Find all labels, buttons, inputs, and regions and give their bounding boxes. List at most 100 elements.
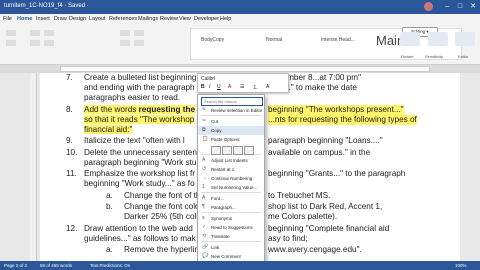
context-menu-item[interactable]: 📋 Paste Options:: [198, 135, 264, 144]
context-menu-item[interactable]: A Font...: [198, 194, 264, 203]
document-line-tail[interactable]: www.avery.cengage.edu".: [268, 245, 362, 255]
font-dropdown[interactable]: [30, 30, 40, 36]
context-menu-item[interactable]: ¶ Paragraph...: [198, 203, 264, 212]
context-menu-item[interactable]: ≡ Synonyms: [198, 214, 264, 223]
vertical-ruler[interactable]: [30, 73, 37, 261]
bold-icon[interactable]: [30, 40, 40, 46]
search-menus-input[interactable]: Search the menus: [201, 97, 263, 106]
style-normal[interactable]: Normal: [266, 37, 282, 43]
menu-item-label: New Comment: [211, 254, 241, 259]
mini-font-color-icon[interactable]: A: [228, 84, 231, 90]
mini-styles-icon[interactable]: A: [266, 84, 269, 90]
paste-picture-icon[interactable]: [233, 146, 243, 155]
menu-layout[interactable]: Layout: [89, 16, 106, 22]
editor-button[interactable]: [455, 32, 475, 46]
zoom-level[interactable]: 100%: [455, 263, 467, 268]
document-line-tail[interactable]: ...nts for requesting the following type…: [268, 114, 417, 125]
document-line-tail[interactable]: asy to find;: [268, 234, 308, 244]
italic-icon[interactable]: [44, 40, 54, 46]
menu-references[interactable]: References: [109, 16, 137, 22]
document-line[interactable]: and ending with the paragraph be: [84, 83, 206, 93]
context-menu-item[interactable]: ↺ Restart at 1: [198, 165, 264, 174]
document-line-tail[interactable]: beginning "Complete financial aid: [268, 224, 389, 234]
menu-review[interactable]: Review: [160, 16, 178, 22]
menu-draw[interactable]: Draw: [54, 16, 67, 22]
style-intense-head[interactable]: Intense Head...: [321, 37, 355, 43]
document-line[interactable]: Add the words requesting the: [84, 104, 196, 115]
context-menu-item[interactable]: → Continue Numbering: [198, 174, 264, 183]
clipboard-icon[interactable]: [6, 30, 16, 36]
align-left-icon[interactable]: [120, 40, 130, 46]
document-line-tail[interactable]: to Trebuchet MS.: [268, 191, 330, 201]
align-center-icon[interactable]: [134, 40, 144, 46]
menu-insert[interactable]: Insert: [36, 16, 50, 22]
paste-keep-source-icon[interactable]: [211, 146, 221, 155]
context-menu-item[interactable]: ✓ Read to Suggestions: [198, 223, 264, 232]
mini-bullets-icon[interactable]: ☰: [240, 84, 244, 90]
horizontal-ruler[interactable]: [0, 65, 480, 73]
menu-separator: [201, 115, 261, 116]
word-count[interactable]: 59 of 468 words: [40, 263, 72, 268]
menu-item-icon: ✂: [202, 118, 207, 124]
mini-italic-icon[interactable]: I: [209, 84, 210, 90]
maximize-icon[interactable]: □: [455, 2, 465, 12]
document-line-tail[interactable]: beginning "The workshops present...": [268, 104, 404, 115]
document-line[interactable]: Darker 25% (5th colum: [124, 212, 208, 222]
menu-view[interactable]: View: [179, 16, 191, 22]
mini-underline-icon[interactable]: U: [217, 84, 221, 90]
numbering-icon[interactable]: [134, 30, 144, 36]
cut-icon[interactable]: [6, 40, 16, 46]
context-menu-item[interactable]: 💬 New Comment: [198, 252, 264, 261]
context-menu-item[interactable]: 🔗 Link: [198, 243, 264, 252]
document-line[interactable]: beginning "Work study..." as fo: [84, 179, 195, 189]
line-text: so that it reads "The workshop: [84, 114, 195, 124]
style-bodycopy[interactable]: BodyCopy: [201, 37, 224, 43]
document-line-tail[interactable]: paragraph beginning "Loans....": [268, 136, 383, 146]
minimize-icon[interactable]: –: [442, 2, 452, 12]
paste-text-only-icon[interactable]: [244, 146, 254, 155]
document-line[interactable]: financial aid:": [84, 124, 133, 135]
mini-bold-icon[interactable]: B: [201, 84, 205, 90]
avatar[interactable]: [424, 2, 433, 11]
sensitivity-button[interactable]: [428, 32, 448, 46]
document-line[interactable]: so that it reads "The workshop: [84, 114, 195, 125]
document-line[interactable]: Draw attention to the web add: [84, 224, 193, 234]
menu-design[interactable]: Design: [69, 16, 86, 22]
text-predictions[interactable]: Text Predictions: On: [90, 263, 130, 268]
page-count[interactable]: Page 2 of 2: [4, 263, 27, 268]
document-line[interactable]: Italicize the text "often with l: [84, 136, 185, 146]
dictate-label: Dictate: [401, 54, 414, 59]
document-line-tail[interactable]: me Colors palette).: [268, 212, 337, 222]
document-line[interactable]: Create a bulleted list beginning: [84, 73, 196, 83]
document-line[interactable]: paragraph beginning "Work stu: [84, 158, 196, 168]
menu-home[interactable]: Home: [17, 16, 32, 22]
menu-item-icon: 📋: [202, 136, 209, 142]
document-line[interactable]: Delete the unnecessary senten: [84, 148, 197, 158]
menu-item-label: Link: [211, 245, 220, 250]
document-line[interactable]: Emphasize the workshop list fr: [84, 169, 195, 179]
document-line[interactable]: guidelines..." as follows to mak: [84, 234, 196, 244]
context-menu-item[interactable]: ✂ Cut: [198, 117, 264, 126]
document-line-tail[interactable]: available on campus." in the: [268, 148, 370, 158]
paste-merge-icon[interactable]: [222, 146, 232, 155]
menu-help[interactable]: Help: [220, 16, 231, 22]
menu-file[interactable]: File: [3, 16, 12, 22]
mini-toolbar: Calibri B I U A ☰ ⒈ A: [197, 73, 289, 93]
editor-label: Editor: [458, 54, 469, 59]
menu-developer[interactable]: Developer: [194, 16, 219, 22]
document-line-tail[interactable]: beginning "Grants..." to the paragraph: [268, 169, 405, 179]
bullets-icon[interactable]: [120, 30, 130, 36]
dictate-button[interactable]: [400, 32, 420, 46]
context-menu-item[interactable]: ✎ Review selection in Editor: [198, 106, 264, 115]
document-line-tail[interactable]: shop list to Dark Red, Accent 1,: [268, 202, 382, 212]
font-size-dropdown[interactable]: [44, 30, 54, 36]
context-menu-item[interactable]: ⟲ Translate: [198, 232, 264, 241]
context-menu-item[interactable]: A Adjust List Indents: [198, 156, 264, 165]
mini-font[interactable]: Calibri: [201, 76, 215, 82]
close-icon[interactable]: ✕: [468, 2, 478, 12]
mini-numbering-icon[interactable]: ⒈: [253, 84, 258, 91]
menu-mailings[interactable]: Mailings: [138, 16, 158, 22]
document-line[interactable]: paragraphs easier to read.: [84, 93, 180, 103]
context-menu-item[interactable]: 1 Set Numbering Value...: [198, 183, 264, 192]
context-menu-item[interactable]: ⧉ Copy: [198, 126, 264, 135]
